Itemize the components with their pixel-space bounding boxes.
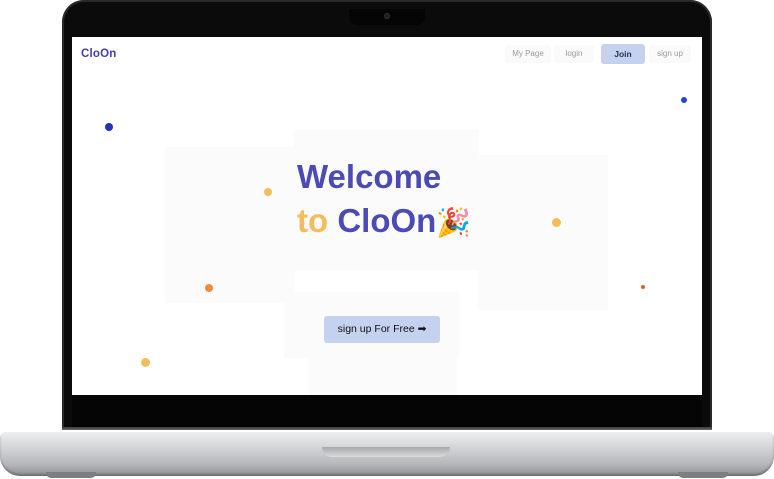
- nav-join-button[interactable]: Join: [601, 44, 645, 64]
- background-panel: [478, 155, 608, 310]
- confetti-dot: [681, 97, 687, 103]
- background-panel: [309, 358, 457, 395]
- hero-line-1: Welcome: [297, 158, 442, 195]
- laptop-screen: CloOn My Page login Join sign up Welcome…: [72, 37, 702, 395]
- sign-up-for-free-button[interactable]: sign up For Free ➡: [324, 316, 440, 343]
- confetti-dot: [205, 284, 213, 292]
- hero-to-text: to: [297, 202, 329, 239]
- screen-bezel-bottom: [72, 395, 702, 428]
- hero-brand-text: CloOn: [337, 202, 437, 239]
- background-panel: [165, 147, 295, 303]
- hero-headline: Welcome to CloOn🎉: [297, 155, 471, 245]
- confetti-dot: [552, 218, 561, 227]
- nav-my-page[interactable]: My Page: [505, 45, 551, 63]
- confetti-dot: [141, 358, 150, 367]
- logo[interactable]: CloOn: [81, 48, 117, 60]
- confetti-dot: [264, 188, 272, 196]
- confetti-dot: [105, 123, 113, 131]
- hero-line-2: to CloOn🎉: [297, 199, 471, 245]
- laptop-foot-left: [46, 472, 96, 478]
- camera-icon: [384, 13, 390, 19]
- party-popper-icon: 🎉: [436, 207, 472, 238]
- nav-login[interactable]: login: [554, 45, 594, 63]
- nav-sign-up[interactable]: sign up: [649, 45, 691, 63]
- laptop-foot-right: [678, 472, 728, 478]
- laptop-thumb-cutout: [322, 447, 450, 457]
- confetti-dot: [641, 285, 645, 289]
